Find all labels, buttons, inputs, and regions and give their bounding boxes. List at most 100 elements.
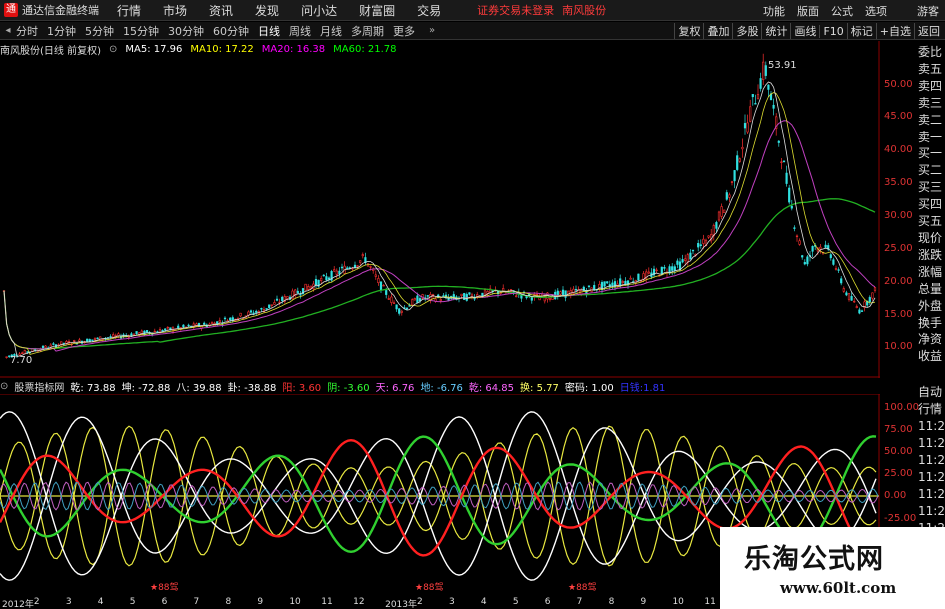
candle-body xyxy=(299,293,302,296)
candle-body xyxy=(728,194,731,198)
candle-body xyxy=(772,104,775,109)
candle-body xyxy=(702,238,705,244)
period-tick[interactable]: 分时 xyxy=(16,23,38,39)
period-daily[interactable]: 日线 xyxy=(258,23,280,39)
btn-adjust[interactable]: 复权 xyxy=(674,23,703,39)
date-tick: 10 xyxy=(672,597,684,607)
menu-formula[interactable]: 公式 xyxy=(831,3,853,19)
login-notice[interactable]: 证券交易未登录 xyxy=(477,2,554,18)
indicator-value: 天: 6.76 xyxy=(375,382,415,394)
menu-layout[interactable]: 版面 xyxy=(797,3,819,19)
candle-body xyxy=(411,299,414,306)
settings-icon[interactable]: ⊙ xyxy=(0,381,8,392)
btn-overlay[interactable]: 叠加 xyxy=(703,23,732,39)
btn-mark[interactable]: 标记 xyxy=(846,23,876,39)
candle-body xyxy=(382,284,385,287)
menu-news[interactable]: 资讯 xyxy=(209,2,233,19)
btn-stats[interactable]: 统计 xyxy=(761,23,790,39)
y-tick: 35.00 xyxy=(884,177,913,188)
btn-f10[interactable]: F10 xyxy=(819,24,846,38)
menu-function[interactable]: 功能 xyxy=(763,3,785,19)
period-multi[interactable]: 多周期 xyxy=(351,23,384,39)
candle-body xyxy=(824,244,827,248)
candle-body xyxy=(392,302,396,304)
period-more[interactable]: 更多 xyxy=(393,23,415,39)
candlestick-chart[interactable]: 53.91 7.70 xyxy=(0,41,880,378)
menu-wealth[interactable]: 财富圈 xyxy=(359,2,395,19)
candle-body xyxy=(803,262,806,265)
side-label: 外盘 xyxy=(918,298,943,313)
stock-name-header: 南风股份 xyxy=(562,4,607,17)
back-arrow-icon[interactable]: ◂ xyxy=(0,25,16,36)
side-label: 买三 xyxy=(918,180,943,195)
watermark-title: 乐淘公式网 xyxy=(744,544,884,575)
candle-body xyxy=(286,296,289,299)
btn-draw[interactable]: 画线 xyxy=(790,23,819,39)
candle-body xyxy=(340,266,344,269)
signal-label: ★88驾 xyxy=(150,582,179,593)
date-tick: 3 xyxy=(65,597,72,607)
menu-options[interactable]: 选项 xyxy=(865,3,887,19)
menu-ask[interactable]: 问小达 xyxy=(301,2,337,19)
y-tick: 15.00 xyxy=(884,309,913,320)
btn-multi-stock[interactable]: 多股 xyxy=(732,23,761,39)
candle-body xyxy=(182,324,185,328)
side-label: 现价 xyxy=(918,230,943,245)
candle-body xyxy=(210,322,214,324)
tick-time: 11:2 xyxy=(918,470,945,484)
forward-arrow-icon[interactable]: » xyxy=(424,25,440,36)
menu-discover[interactable]: 发现 xyxy=(255,2,279,19)
candle-body xyxy=(229,317,232,320)
candle-body xyxy=(535,293,539,296)
date-tick: 6 xyxy=(544,597,551,607)
y-tick: 30.00 xyxy=(884,210,913,221)
tick-time: 11:2 xyxy=(918,504,945,518)
candle-body xyxy=(197,323,201,327)
candle-body xyxy=(629,277,632,280)
candle-body xyxy=(842,288,845,292)
candle-body xyxy=(686,254,689,263)
candle-body xyxy=(260,308,263,310)
y-tick: 25.00 xyxy=(884,243,913,254)
btn-add-favorite[interactable]: +自选 xyxy=(875,23,914,39)
period-15min[interactable]: 15分钟 xyxy=(123,23,159,39)
signal-label: ★88驾 xyxy=(568,582,597,593)
high-price-label: 53.91 xyxy=(768,60,797,71)
btn-return[interactable]: 返回 xyxy=(914,23,943,39)
period-1min[interactable]: 1分钟 xyxy=(47,23,76,39)
guest-user[interactable]: 游客 xyxy=(917,3,939,19)
candle-body xyxy=(515,295,518,298)
indicator-name[interactable]: 股票指标网 xyxy=(14,379,64,394)
candle-body xyxy=(795,235,799,238)
candle-body xyxy=(153,330,156,333)
side-label: 委比 xyxy=(918,45,943,59)
side-label: 卖一 xyxy=(918,129,943,144)
period-5min[interactable]: 5分钟 xyxy=(85,23,114,39)
candle-body xyxy=(23,350,26,355)
menu-quotes[interactable]: 行情 xyxy=(117,2,141,19)
candle-body xyxy=(218,320,221,323)
date-tick: 11 xyxy=(321,597,333,607)
candle-body xyxy=(780,161,783,163)
menu-trade[interactable]: 交易 xyxy=(417,2,441,19)
candle-body xyxy=(587,285,591,287)
candle-body xyxy=(548,298,552,300)
y-tick: 40.00 xyxy=(884,144,913,155)
candle-body xyxy=(307,286,310,290)
candle-body xyxy=(145,330,149,333)
period-monthly[interactable]: 月线 xyxy=(320,23,342,39)
candle-body xyxy=(322,274,325,277)
period-60min[interactable]: 60分钟 xyxy=(213,23,249,39)
side-label: 买四 xyxy=(918,197,943,212)
side-label: 买二 xyxy=(918,163,943,178)
candle-body xyxy=(400,310,403,313)
candle-body xyxy=(806,256,809,265)
candle-body xyxy=(463,293,466,300)
period-weekly[interactable]: 周线 xyxy=(289,23,311,39)
candle-body xyxy=(296,290,299,294)
period-30min[interactable]: 30分钟 xyxy=(168,23,204,39)
menu-market[interactable]: 市场 xyxy=(163,2,187,19)
candle-body xyxy=(91,339,94,341)
candle-body xyxy=(764,65,767,76)
date-tick: 4 xyxy=(480,597,487,607)
